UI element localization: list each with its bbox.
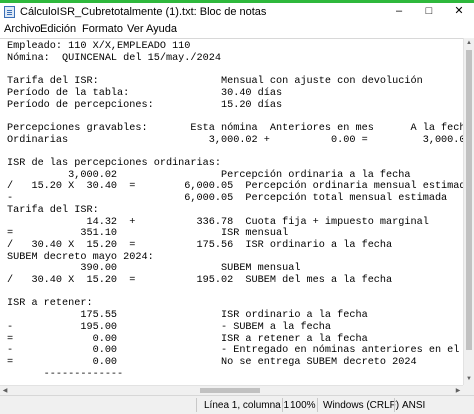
- vertical-scroll-thumb[interactable]: [466, 50, 472, 350]
- window-title: CálculoISR_Cubretotalmente (1).txt: Bloc…: [20, 6, 267, 18]
- status-bar: Línea 1, columna 1 100% Windows (CRLF) A…: [0, 395, 474, 414]
- status-divider: [394, 398, 395, 412]
- text-line[interactable]: Período de percepciones: 15.20 días: [7, 100, 282, 112]
- menu-bar: Archivo Edición Formato Ver Ayuda: [0, 21, 474, 38]
- vertical-scrollbar[interactable]: ▲ ▼: [463, 38, 474, 385]
- text-line[interactable]: -------------: [7, 369, 124, 381]
- status-divider: [196, 398, 197, 412]
- menu-edicion[interactable]: Edición: [40, 23, 76, 35]
- text-line[interactable]: / 30.40 X 15.20 = 175.56 ISR ordinario a…: [7, 240, 392, 252]
- horizontal-scrollbar[interactable]: ◀ ▶: [0, 385, 463, 395]
- text-line[interactable]: Ordinarias 3,000.02 + 0.00 = 3,000.02: [7, 135, 463, 147]
- text-line[interactable]: ISR a retener:: [7, 298, 93, 310]
- notepad-window: CálculoISR_Cubretotalmente (1).txt: Bloc…: [0, 0, 474, 414]
- scroll-up-icon[interactable]: ▲: [464, 38, 474, 49]
- status-encoding: ANSI: [402, 400, 426, 411]
- status-line-ending: Windows (CRLF): [323, 400, 400, 411]
- status-position: Línea 1, columna 1: [204, 400, 290, 411]
- text-line[interactable]: SUBEM decreto mayo 2024:: [7, 252, 154, 264]
- notepad-icon: [4, 6, 15, 18]
- minimize-button[interactable]: –: [384, 3, 414, 21]
- text-line[interactable]: Período de la tabla: 30.40 días: [7, 88, 282, 100]
- text-line[interactable]: Tarifa del ISR: Mensual con ajuste con d…: [7, 76, 423, 88]
- text-line[interactable]: Nómina: QUINCENAL del 15/may./2024: [7, 53, 221, 65]
- text-line[interactable]: / 30.40 X 15.20 = 195.02 SUBEM del mes a…: [7, 275, 392, 287]
- text-editor[interactable]: Empleado: 110 X/X,EMPLEADO 110 Nómina: QU…: [0, 38, 463, 386]
- maximize-button[interactable]: □: [414, 3, 444, 21]
- text-line[interactable]: Empleado: 110 X/X,EMPLEADO 110: [7, 41, 190, 53]
- status-zoom: 100%: [290, 400, 316, 411]
- menu-archivo[interactable]: Archivo: [4, 23, 41, 35]
- scrollbar-corner: [463, 385, 474, 395]
- status-divider: [282, 398, 283, 412]
- text-line[interactable]: = 0.00 ISR a retener a la fecha: [7, 334, 368, 346]
- close-button[interactable]: ✕: [444, 3, 474, 21]
- text-line[interactable]: 14.32 + 336.78 Cuota fija + impuesto mar…: [7, 217, 428, 229]
- menu-ver[interactable]: Ver: [127, 23, 144, 35]
- text-line[interactable]: Tarifa del ISR:: [7, 205, 99, 217]
- menu-ayuda[interactable]: Ayuda: [146, 23, 177, 35]
- text-line[interactable]: / 15.20 X 30.40 = 6,000.05 Percepción or…: [7, 181, 463, 193]
- text-line[interactable]: - 0.00 - Entregado en nóminas anteriores…: [7, 345, 463, 357]
- menu-formato[interactable]: Formato: [82, 23, 123, 35]
- text-line[interactable]: = 0.00 No se entrega SUBEM decreto 2024: [7, 357, 417, 369]
- text-line[interactable]: 3,000.02 Percepción ordinaria a la fecha: [7, 170, 410, 182]
- text-line[interactable]: - 6,000.05 Percepción total mensual esti…: [7, 193, 447, 205]
- horizontal-scroll-thumb[interactable]: [200, 388, 260, 393]
- title-bar[interactable]: CálculoISR_Cubretotalmente (1).txt: Bloc…: [0, 3, 474, 21]
- status-divider: [317, 398, 318, 412]
- text-line[interactable]: Percepciones gravables: Esta nómina Ante…: [7, 123, 463, 135]
- scroll-down-icon[interactable]: ▼: [464, 374, 474, 385]
- text-line[interactable]: ISR de las percepciones ordinarias:: [7, 158, 221, 170]
- text-line[interactable]: 390.00 SUBEM mensual: [7, 263, 300, 275]
- text-line[interactable]: 175.55 ISR ordinario a la fecha: [7, 310, 367, 322]
- text-line[interactable]: - 195.00 - SUBEM a la fecha: [7, 322, 331, 334]
- text-line[interactable]: = 351.10 ISR mensual: [7, 228, 288, 240]
